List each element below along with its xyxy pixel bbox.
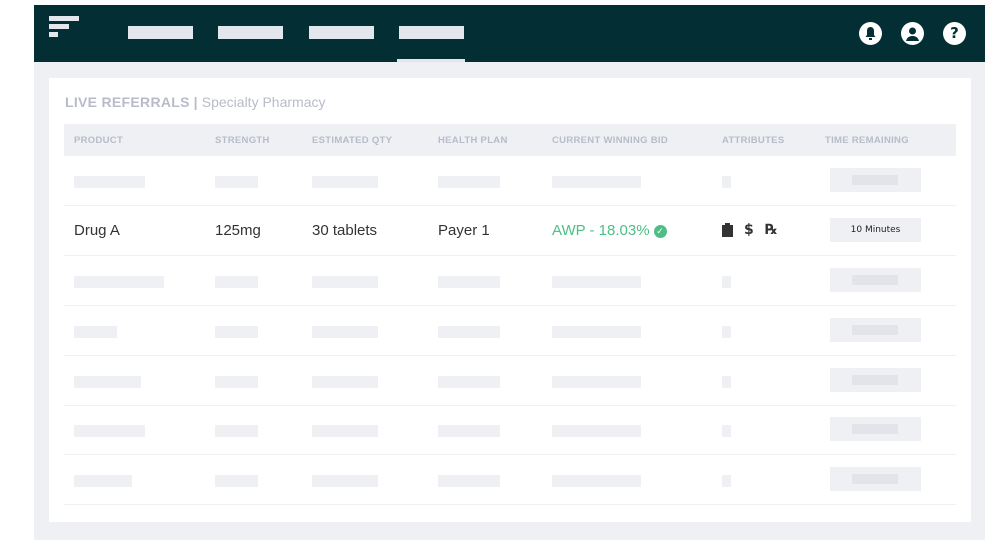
title-bold: LIVE REFERRALS (65, 94, 190, 110)
health-plan: Payer 1 (438, 222, 490, 239)
placeholder-plan (438, 276, 500, 288)
dollar-icon: $ (744, 222, 754, 238)
nav-item-3[interactable] (309, 26, 374, 39)
placeholder-bid (552, 376, 641, 388)
placeholder-product (74, 176, 145, 188)
table-row[interactable]: Drug A 125mg 30 tablets Payer 1 AWP - 18… (64, 206, 956, 256)
winning-bid: AWP - 18.03% ✓ (552, 222, 667, 239)
help-icon[interactable]: ? (943, 22, 966, 45)
placeholder-attr (722, 425, 731, 437)
live-referrals-card: LIVE REFERRALS | Specialty Pharmacy PROD… (49, 78, 971, 522)
col-qty[interactable]: ESTIMATED QTY (312, 135, 392, 146)
placeholder-qty (312, 176, 378, 188)
col-attributes[interactable]: ATTRIBUTES (722, 135, 784, 146)
placeholder-plan (438, 425, 500, 437)
col-time[interactable]: TIME REMAINING (825, 135, 909, 146)
product: Drug A (74, 222, 120, 239)
placeholder-time (852, 325, 898, 335)
col-bid[interactable]: CURRENT WINNING BID (552, 135, 668, 146)
logo (49, 16, 79, 40)
placeholder-time-badge (830, 467, 921, 491)
placeholder-qty (312, 326, 378, 338)
col-product[interactable]: PRODUCT (74, 135, 123, 146)
table-row[interactable] (64, 356, 956, 406)
placeholder-strength (215, 425, 258, 437)
placeholder-product (74, 425, 145, 437)
top-nav: ? (34, 5, 985, 62)
bid-value: AWP - 18.03% (552, 222, 650, 239)
placeholder-qty (312, 276, 378, 288)
placeholder-time (852, 474, 898, 484)
placeholder-qty (312, 475, 378, 487)
placeholder-strength (215, 326, 258, 338)
col-strength[interactable]: STRENGTH (215, 135, 270, 146)
nav-item-2[interactable] (218, 26, 283, 39)
placeholder-time-badge (830, 318, 921, 342)
col-plan[interactable]: HEALTH PLAN (438, 135, 508, 146)
clipboard-icon (722, 223, 733, 241)
placeholder-bid (552, 276, 641, 288)
placeholder-attr (722, 176, 731, 188)
qty: 30 tablets (312, 222, 378, 239)
placeholder-time-badge (830, 417, 921, 441)
placeholder-product (74, 376, 141, 388)
placeholder-strength (215, 176, 258, 188)
title-sub: Specialty Pharmacy (201, 94, 326, 110)
table-row[interactable] (64, 306, 956, 356)
placeholder-bid (552, 326, 641, 338)
placeholder-qty (312, 376, 378, 388)
table-row[interactable] (64, 455, 956, 505)
nav-item-4-active[interactable] (399, 26, 464, 39)
table-row[interactable] (64, 156, 956, 206)
strength: 125mg (215, 222, 261, 239)
page-title: LIVE REFERRALS | Specialty Pharmacy (65, 94, 325, 110)
placeholder-attr (722, 376, 731, 388)
placeholder-strength (215, 475, 258, 487)
table-row[interactable] (64, 405, 956, 455)
placeholder-bid (552, 425, 641, 437)
placeholder-strength (215, 376, 258, 388)
table-header: PRODUCT STRENGTH ESTIMATED QTY HEALTH PL… (64, 124, 956, 156)
table-row[interactable] (64, 256, 956, 306)
placeholder-bid (552, 475, 641, 487)
placeholder-product (74, 326, 117, 338)
placeholder-strength (215, 276, 258, 288)
nav-item-1[interactable] (128, 26, 193, 39)
placeholder-plan (438, 176, 500, 188)
bell-icon[interactable] (859, 22, 882, 45)
placeholder-time (852, 175, 898, 185)
placeholder-product (74, 475, 132, 487)
placeholder-plan (438, 326, 500, 338)
placeholder-time-badge (830, 168, 921, 192)
active-tab-indicator (397, 59, 465, 62)
placeholder-plan (438, 475, 500, 487)
placeholder-bid (552, 176, 641, 188)
placeholder-time-badge (830, 368, 921, 392)
placeholder-attr (722, 326, 731, 338)
placeholder-time (852, 275, 898, 285)
time-remaining-badge: 10 Minutes (830, 218, 921, 242)
placeholder-time-badge (830, 268, 921, 292)
placeholder-plan (438, 376, 500, 388)
app-frame: ? LIVE REFERRALS | Specialty Pharmacy PR… (34, 5, 985, 540)
check-circle-icon: ✓ (653, 225, 667, 238)
placeholder-attr (722, 475, 731, 487)
user-icon[interactable] (901, 22, 924, 45)
placeholder-time (852, 375, 898, 385)
rx-icon: ℞ (765, 222, 778, 238)
placeholder-attr (722, 276, 731, 288)
placeholder-time (852, 424, 898, 434)
title-separator: | (193, 94, 198, 110)
placeholder-product (74, 276, 164, 288)
placeholder-qty (312, 425, 378, 437)
